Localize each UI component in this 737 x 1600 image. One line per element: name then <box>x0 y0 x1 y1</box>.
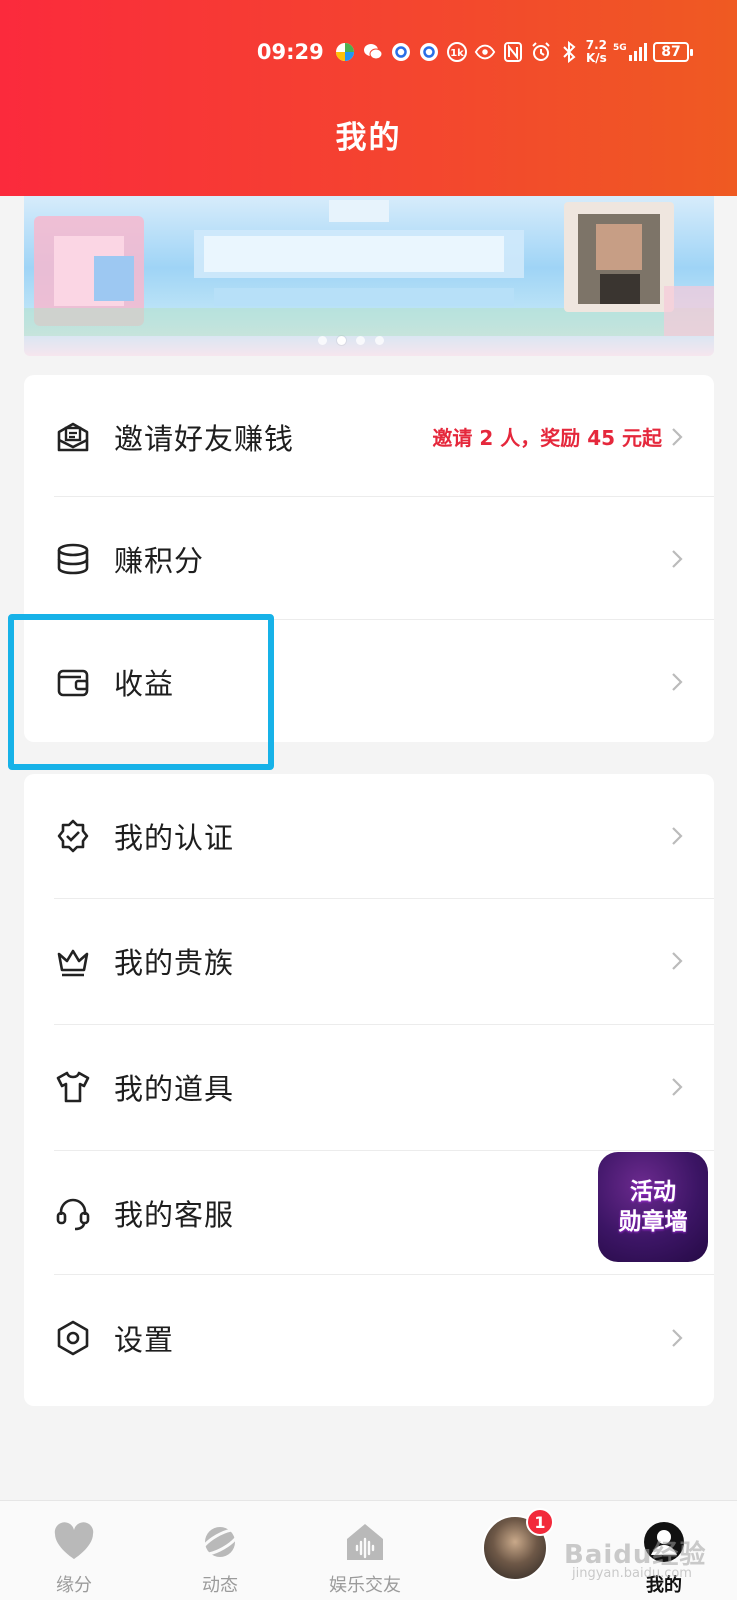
tshirt-icon <box>54 1068 92 1106</box>
invite-reward-hint: 邀请 2 人，奖励 45 元起 <box>432 426 662 450</box>
home-voice-icon <box>342 1519 388 1565</box>
watermark-url: jingyan.baidu.com <box>572 1566 692 1581</box>
bluetooth-icon <box>558 41 580 63</box>
chevron-right-icon <box>670 1075 684 1099</box>
status-bar: 09:29 1k 7.2 K/s 5G 87 <box>0 36 737 68</box>
chevron-right-icon <box>670 1326 684 1350</box>
promo-banner[interactable] <box>24 196 714 356</box>
page-title: 我的 <box>335 120 402 156</box>
chevron-right-icon <box>670 824 684 848</box>
divider <box>54 1274 714 1275</box>
coins-icon <box>54 540 92 578</box>
nav-label: 动态 <box>202 1575 238 1596</box>
menu-card-earnings: 邀请好友赚钱 邀请 2 人，奖励 45 元起 赚积分 收益 <box>24 375 714 742</box>
signal-icon: 5G <box>613 41 647 63</box>
menu-item-label: 我的认证 <box>114 820 235 855</box>
nav-tab-feed[interactable]: 动态 <box>160 1519 280 1597</box>
envelope-icon <box>54 418 92 456</box>
crown-icon <box>54 942 92 980</box>
nav-tab-entertainment[interactable]: 娱乐交友 <box>305 1519 425 1597</box>
chevron-right-icon <box>670 547 684 571</box>
svg-text:1k: 1k <box>450 48 464 59</box>
wechat-icon <box>362 41 384 63</box>
menu-item-label: 我的道具 <box>114 1071 235 1106</box>
header-bar: 09:29 1k 7.2 K/s 5G 87 我的 <box>0 0 737 196</box>
menu-item-settings[interactable]: 设置 <box>24 1276 714 1399</box>
nav-label: 娱乐交友 <box>329 1575 401 1596</box>
chevron-right-icon <box>670 949 684 973</box>
menu-item-label: 设置 <box>114 1322 175 1357</box>
wallet-icon <box>54 663 92 701</box>
menu-item-props[interactable]: 我的道具 <box>24 1025 714 1148</box>
chevron-right-icon <box>670 670 684 694</box>
menu-item-verification[interactable]: 我的认证 <box>24 774 714 897</box>
menu-item-label: 赚积分 <box>114 543 205 578</box>
menu-item-invite[interactable]: 邀请好友赚钱 邀请 2 人，奖励 45 元起 <box>24 375 714 498</box>
eye-icon <box>474 41 496 63</box>
chat-icon <box>390 41 412 63</box>
settings-icon <box>54 1319 92 1357</box>
net-speed: 7.2 K/s <box>585 38 607 65</box>
svg-text:5G: 5G <box>613 43 627 53</box>
banner-pager <box>318 336 384 345</box>
menu-item-label: 我的客服 <box>114 1197 235 1232</box>
alarm-icon <box>530 41 552 63</box>
nav-tab-match[interactable]: 缘分 <box>14 1519 134 1597</box>
battery-icon: 87 <box>653 42 693 62</box>
menu-item-nobility[interactable]: 我的贵族 <box>24 899 714 1022</box>
chevron-right-icon <box>670 425 684 449</box>
pager-dot <box>356 336 365 345</box>
badge-check-icon <box>54 817 92 855</box>
pager-dot <box>318 336 327 345</box>
heart-icon <box>51 1519 97 1565</box>
menu-item-label: 收益 <box>114 666 175 701</box>
chat-icon <box>418 41 440 63</box>
status-time: 09:29 <box>256 40 324 64</box>
notification-badge: 1 <box>526 1508 554 1536</box>
menu-item-label: 我的贵族 <box>114 945 235 980</box>
app-icon <box>334 41 356 63</box>
activity-badge-wall-button[interactable]: 活动 勋章墙 <box>598 1152 708 1262</box>
nfc-icon: 1k <box>446 41 468 63</box>
menu-item-label: 邀请好友赚钱 <box>114 421 295 456</box>
activity-badge-line1: 活动 <box>630 1179 676 1205</box>
menu-item-income[interactable]: 收益 <box>24 620 714 743</box>
planet-icon <box>197 1519 243 1565</box>
nav-label: 缘分 <box>56 1575 92 1596</box>
menu-card-account: 我的认证 我的贵族 我的道具 我的客服 设置 <box>24 774 714 1406</box>
nfc-icon <box>502 41 524 63</box>
menu-item-points[interactable]: 赚积分 <box>24 497 714 620</box>
headset-icon <box>54 1194 92 1232</box>
pager-dot <box>375 336 384 345</box>
activity-badge-line2: 勋章墙 <box>618 1209 688 1235</box>
pager-dot-active <box>337 336 346 345</box>
